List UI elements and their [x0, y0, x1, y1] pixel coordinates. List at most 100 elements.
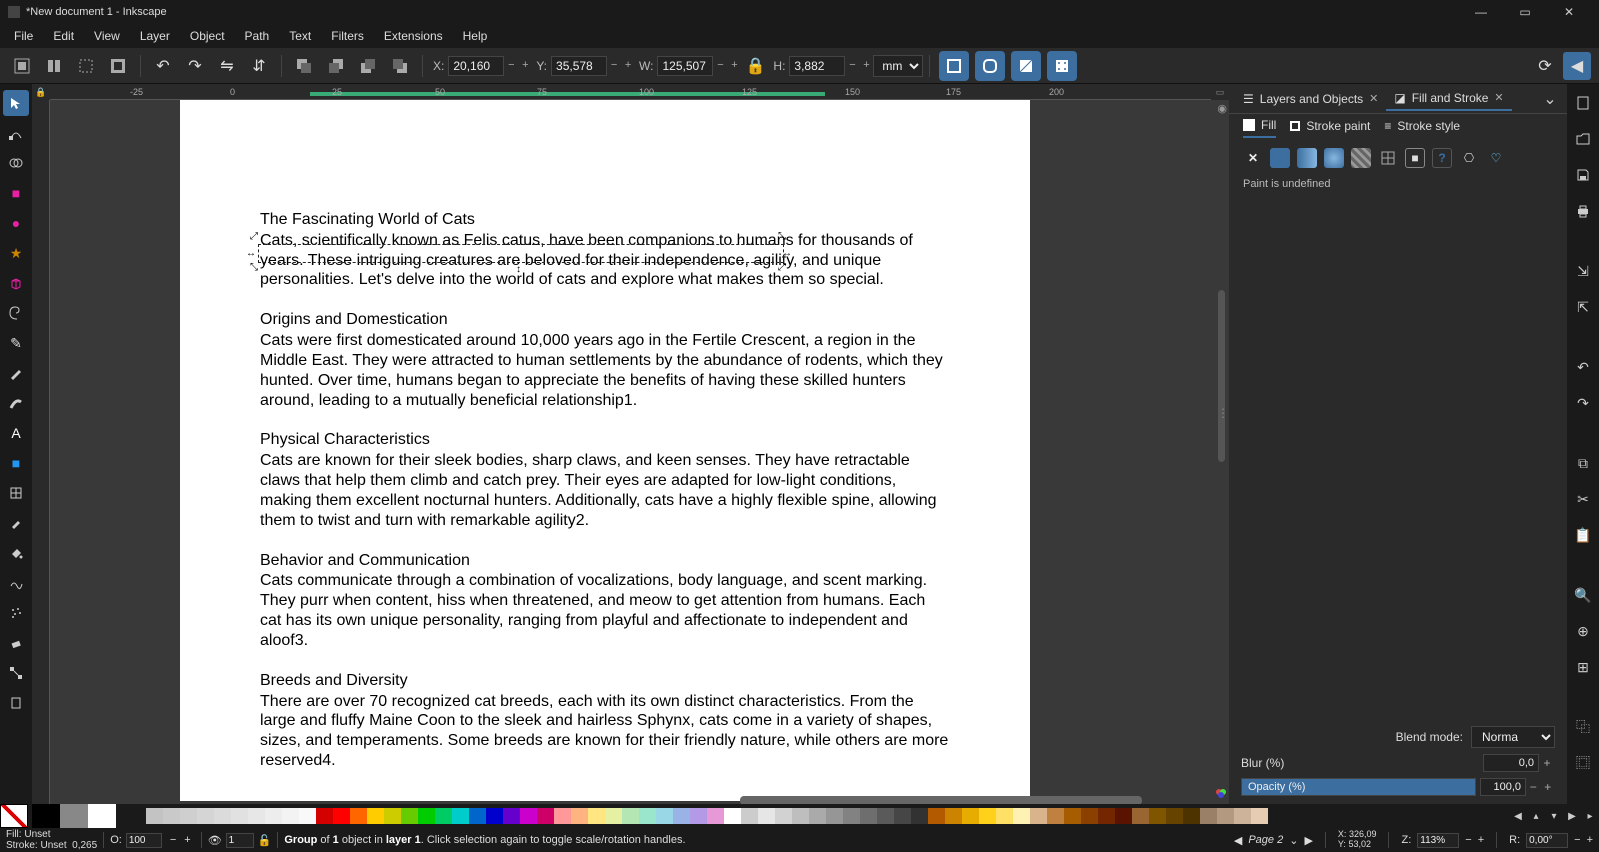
cut-icon[interactable]: ✂ [1572, 488, 1594, 510]
palette-swatch[interactable] [622, 808, 639, 824]
palette-swatch[interactable] [554, 808, 571, 824]
zoom-page-icon[interactable]: ⊞ [1572, 656, 1594, 678]
x-input[interactable] [448, 56, 504, 76]
layer-num[interactable] [226, 833, 254, 848]
mesh-tool[interactable] [3, 480, 29, 506]
palette-swatch[interactable] [741, 808, 758, 824]
palette-swatch[interactable] [146, 808, 163, 824]
palette-swatch[interactable] [979, 808, 996, 824]
rectangle-tool[interactable]: ■ [3, 180, 29, 206]
ellipse-tool[interactable]: ● [3, 210, 29, 236]
opacity-value[interactable] [1480, 778, 1526, 796]
palette-swatch[interactable] [299, 808, 316, 824]
paint-flat[interactable] [1270, 148, 1290, 168]
print-icon[interactable] [1572, 200, 1594, 222]
handle-nw[interactable]: ⤢ [250, 231, 260, 241]
paint-swatch[interactable]: ■ [1405, 148, 1425, 168]
gradient-tool[interactable]: ■ [3, 450, 29, 476]
palette-swatch[interactable] [435, 808, 452, 824]
palette-swatch[interactable] [724, 808, 741, 824]
menu-filters[interactable]: Filters [321, 25, 374, 47]
page-prev[interactable]: ◀ [1234, 834, 1242, 847]
menu-view[interactable]: View [84, 25, 130, 47]
spiral-tool[interactable] [3, 300, 29, 326]
pen-tool[interactable] [3, 360, 29, 386]
box3d-tool[interactable] [3, 270, 29, 296]
palette-swatch[interactable] [690, 808, 707, 824]
palette-swatch[interactable] [1030, 808, 1047, 824]
menu-text[interactable]: Text [279, 25, 321, 47]
palette-swatch[interactable] [418, 808, 435, 824]
palette-swatch[interactable] [214, 808, 231, 824]
clone-icon[interactable]: ⿴ [1572, 752, 1594, 774]
palette-swatch[interactable] [571, 808, 588, 824]
paint-inherit[interactable]: ♡ [1486, 148, 1506, 168]
x-plus[interactable]: + [518, 59, 532, 73]
menu-extensions[interactable]: Extensions [374, 25, 453, 47]
palette-swatch[interactable] [350, 808, 367, 824]
new-doc-icon[interactable] [1572, 92, 1594, 114]
stroke-paint-tab[interactable]: Stroke paint [1290, 119, 1370, 137]
select-same-icon[interactable] [40, 52, 68, 80]
palette-swatch[interactable] [231, 808, 248, 824]
eraser-tool[interactable] [3, 630, 29, 656]
menu-edit[interactable]: Edit [43, 25, 84, 47]
palette-white-swatch[interactable] [88, 804, 116, 828]
redo-icon[interactable]: ↷ [1572, 392, 1594, 414]
lock-ratio-icon[interactable]: 🔒 [745, 56, 765, 76]
pencil-tool[interactable]: ✎ [3, 330, 29, 356]
star-tool[interactable]: ★ [3, 240, 29, 266]
menu-file[interactable]: File [4, 25, 43, 47]
palette-swatch[interactable] [197, 808, 214, 824]
chevron-down-icon[interactable]: ⌄ [1539, 89, 1561, 109]
palette-swatch[interactable] [163, 808, 180, 824]
raise-icon[interactable] [322, 52, 350, 80]
palette-swatch[interactable] [911, 808, 928, 824]
palette-swatch[interactable] [1013, 808, 1030, 824]
page-label[interactable]: Page 2 [1248, 834, 1283, 846]
h-minus[interactable]: − [845, 59, 859, 73]
palette-swatch[interactable] [1166, 808, 1183, 824]
handle-s[interactable]: ↕ [516, 264, 526, 274]
palette-swatch[interactable] [1081, 808, 1098, 824]
w-plus[interactable]: + [727, 59, 741, 73]
palette-swatch[interactable] [486, 808, 503, 824]
blur-plus[interactable]: + [1539, 756, 1555, 770]
palette-swatch[interactable] [1064, 808, 1081, 824]
palette-up[interactable]: ▴ [1527, 811, 1545, 822]
palette-swatch[interactable] [333, 808, 350, 824]
menu-path[interactable]: Path [235, 25, 280, 47]
palette-swatch[interactable] [673, 808, 690, 824]
layer-visible-icon[interactable]: 👁 [208, 834, 222, 847]
y-plus[interactable]: + [621, 59, 635, 73]
node-tool[interactable] [3, 120, 29, 146]
palette-swatch[interactable] [809, 808, 826, 824]
palette-swatch[interactable] [843, 808, 860, 824]
palette-swatch[interactable] [1251, 808, 1268, 824]
paint-mesh[interactable] [1378, 148, 1398, 168]
handle-w[interactable]: ↔ [246, 248, 256, 258]
page-next[interactable]: ▶ [1304, 834, 1312, 847]
z-plus[interactable]: + [1478, 834, 1484, 846]
units-select[interactable]: mm [873, 55, 923, 77]
export-icon[interactable]: ⇱ [1572, 296, 1594, 318]
import-icon[interactable]: ⇲ [1572, 260, 1594, 282]
spray-tool[interactable] [3, 600, 29, 626]
palette-swatch[interactable] [503, 808, 520, 824]
minimize-button[interactable]: — [1459, 0, 1503, 24]
handle-sw[interactable]: ⤡ [250, 262, 260, 272]
x-minus[interactable]: − [504, 59, 518, 73]
stroke-style-tab[interactable]: ≡Stroke style [1384, 119, 1460, 137]
zoom-fit-icon[interactable]: 🔍 [1572, 584, 1594, 606]
menu-object[interactable]: Object [180, 25, 235, 47]
display-mode-icon[interactable]: ▭ [1211, 84, 1229, 100]
palette-swatch[interactable] [860, 808, 877, 824]
palette-swatch[interactable] [605, 808, 622, 824]
deselect-icon[interactable] [72, 52, 100, 80]
palette-swatch[interactable] [1098, 808, 1115, 824]
palette-swatch[interactable] [469, 808, 486, 824]
scale-stroke-icon[interactable] [939, 51, 969, 81]
close-icon[interactable]: ✕ [1369, 92, 1378, 105]
palette-black-swatch[interactable] [32, 804, 60, 828]
palette-swatch[interactable] [248, 808, 265, 824]
